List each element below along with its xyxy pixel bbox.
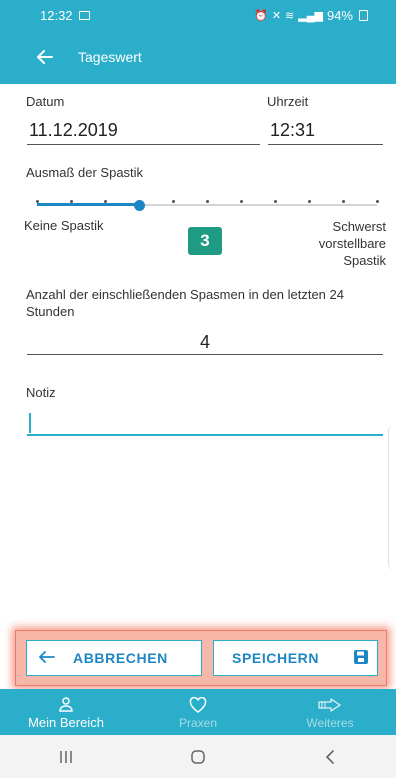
alarm-icon: ⏰ (254, 9, 268, 22)
status-time: 12:32 (40, 7, 73, 23)
date-underline (27, 144, 260, 145)
date-label: Datum (26, 94, 65, 109)
nav-label: Weiteres (306, 715, 354, 730)
signal-icon: ▂▄▆ (298, 9, 323, 22)
save-label: SPEICHERN (232, 650, 320, 666)
nav-praxen[interactable]: Praxen (132, 689, 264, 735)
slider-tick (103, 200, 107, 203)
scrollbar[interactable] (388, 425, 396, 570)
slider-tick (273, 200, 277, 203)
cancel-button[interactable]: ABBRECHEN (26, 640, 202, 676)
back-button[interactable] (34, 46, 56, 68)
spasmen-underline (27, 354, 383, 355)
spasmen-label: Anzahl der einschließenden Spasmen in de… (26, 287, 344, 319)
status-bar: 12:32 ⏰ ✕ ≋ ▂▄▆ 94% (0, 0, 396, 30)
system-nav (0, 735, 396, 778)
notiz-field[interactable] (27, 434, 383, 436)
slider-tick (171, 200, 175, 203)
save-icon (353, 649, 369, 668)
image-icon (78, 10, 90, 20)
time-underline (268, 144, 383, 145)
nav-weiteres[interactable]: Weiteres (264, 689, 396, 735)
wifi-icon: ≋ (285, 9, 295, 22)
slider-tick (69, 200, 73, 203)
nav-mein-bereich[interactable]: Mein Bereich (0, 689, 132, 735)
arrow-left-icon (37, 50, 53, 64)
mute-icon: ✕ (271, 9, 282, 22)
person-icon (58, 694, 74, 714)
battery-icon (359, 9, 368, 21)
notiz-label: Notiz (26, 385, 56, 400)
slider-thumb[interactable] (133, 199, 145, 211)
date-field[interactable]: 11.12.2019 (29, 120, 118, 141)
slider-min-label: Keine Spastik (24, 218, 104, 233)
battery-percent: 94% (326, 7, 353, 23)
save-button[interactable]: SPEICHERN (213, 640, 378, 676)
arrow-left-icon (39, 650, 55, 666)
slider-tick (35, 200, 39, 203)
arrow-right-outline-icon (318, 695, 342, 715)
nav-label: Praxen (178, 715, 218, 730)
slider-max-label: Schwerst vorstellbare Spastik (318, 219, 386, 268)
time-label: Uhrzeit (267, 94, 309, 109)
recents-icon[interactable] (41, 750, 91, 764)
heart-icon (189, 695, 207, 715)
status-icons: ⏰ ✕ ≋ ▂▄▆ 94% (254, 8, 368, 23)
cancel-label: ABBRECHEN (73, 650, 168, 666)
slider-value-badge: 3 (188, 227, 222, 255)
home-icon[interactable] (173, 749, 223, 765)
page-title: Tageswert (78, 49, 142, 65)
bottom-nav: Mein Bereich Praxen Weiteres (0, 689, 396, 735)
slider-fill (37, 203, 139, 206)
slider-tick (205, 200, 209, 203)
back-chevron-icon[interactable] (305, 749, 355, 765)
slider-tick (239, 200, 243, 203)
nav-label: Mein Bereich (28, 715, 104, 730)
app-bar: Tageswert (0, 30, 396, 84)
slider-tick (341, 200, 345, 203)
spastik-label: Ausmaß der Spastik (26, 165, 144, 180)
slider-tick (307, 200, 311, 203)
text-cursor (29, 413, 31, 433)
time-field[interactable]: 12:31 (270, 120, 315, 141)
slider-tick (375, 200, 379, 203)
spasmen-field[interactable]: 4 (27, 332, 383, 353)
